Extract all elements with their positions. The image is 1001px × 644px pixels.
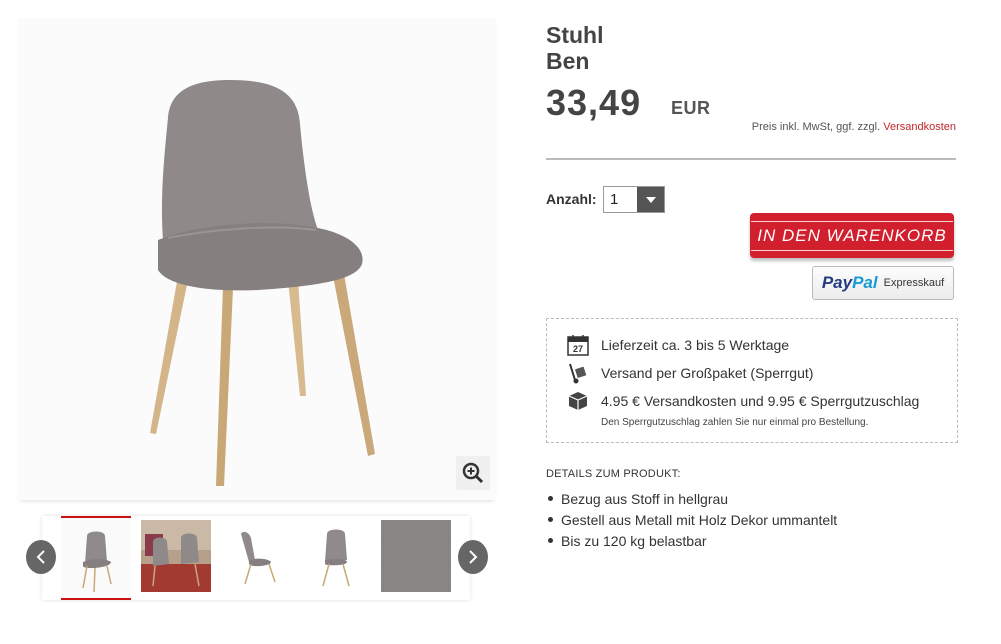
details-heading: DETAILS ZUM PRODUKT: bbox=[546, 468, 681, 480]
tax-note: Preis inkl. MwSt, ggf. zzgl. Versandkost… bbox=[752, 121, 956, 133]
shipping-method-row: Versand per Großpaket (Sperrgut) bbox=[567, 362, 813, 384]
add-to-cart-label: IN DEN WARENKORB bbox=[751, 220, 953, 251]
product-title-line2: Ben bbox=[546, 48, 590, 74]
quantity-value: 1 bbox=[610, 191, 619, 208]
price-currency: EUR bbox=[671, 98, 711, 118]
thumbnail-2[interactable] bbox=[141, 520, 211, 592]
paypal-logo-pay: Pay bbox=[821, 273, 853, 292]
quantity-label: Anzahl: bbox=[546, 191, 597, 207]
add-to-cart-button[interactable]: IN DEN WARENKORB bbox=[750, 213, 954, 258]
quantity-dropdown-toggle[interactable] bbox=[637, 187, 664, 212]
thumbnail-3[interactable] bbox=[221, 520, 291, 592]
divider bbox=[546, 158, 956, 160]
delivery-time-text: Lieferzeit ca. 3 bis 5 Werktage bbox=[601, 337, 790, 353]
thumbnail-4[interactable] bbox=[301, 520, 371, 592]
paypal-logo-pal: Pal bbox=[852, 273, 878, 292]
detail-item-text: Bezug aus Stoff in hellgrau bbox=[561, 490, 729, 507]
detail-item-text: Bis zu 120 kg belastbar bbox=[561, 532, 707, 549]
paypal-express-label: Expresskauf bbox=[883, 277, 945, 289]
shipping-note: Den Sperrgutzuschlag zahlen Sie nur einm… bbox=[601, 417, 869, 428]
shipping-costs-text: 4.95 € Versandkosten und 9.95 € Sperrgut… bbox=[601, 393, 920, 409]
bullet-icon bbox=[548, 517, 553, 522]
list-item: Bezug aus Stoff in hellgrau bbox=[548, 488, 837, 509]
chair-image bbox=[150, 80, 375, 486]
list-item: Bis zu 120 kg belastbar bbox=[548, 530, 837, 551]
thumbnail-next-button[interactable] bbox=[458, 540, 488, 574]
thumbnail-1[interactable] bbox=[61, 516, 131, 600]
shipping-method-text: Versand per Großpaket (Sperrgut) bbox=[601, 365, 814, 381]
chevron-left-icon bbox=[36, 550, 45, 564]
hand-truck-icon bbox=[569, 363, 587, 384]
main-product-image[interactable] bbox=[18, 18, 496, 500]
product-price: 33,49 bbox=[546, 82, 642, 123]
bullet-icon bbox=[548, 538, 553, 543]
calendar-icon: 27 bbox=[567, 335, 589, 356]
zoom-in-icon bbox=[462, 462, 484, 484]
chevron-down-icon bbox=[645, 196, 656, 203]
thumbnail-strip bbox=[42, 516, 470, 600]
calendar-icon-day: 27 bbox=[573, 344, 583, 354]
product-title: Stuhl Ben bbox=[546, 22, 604, 74]
thumbnail-prev-button[interactable] bbox=[26, 540, 56, 574]
zoom-button[interactable] bbox=[456, 456, 490, 490]
quantity-select[interactable]: 1 bbox=[603, 186, 665, 213]
details-list: Bezug aus Stoff in hellgrau Gestell aus … bbox=[548, 488, 837, 551]
detail-item-text: Gestell aus Metall mit Holz Dekor ummant… bbox=[561, 511, 838, 528]
shipping-costs-row: 4.95 € Versandkosten und 9.95 € Sperrgut… bbox=[567, 390, 919, 412]
chevron-right-icon bbox=[469, 550, 478, 564]
list-item: Gestell aus Metall mit Holz Dekor ummant… bbox=[548, 509, 837, 530]
package-icon bbox=[568, 392, 588, 410]
delivery-time-row: 27 Lieferzeit ca. 3 bis 5 Werktage bbox=[567, 334, 789, 356]
thumbnail-5[interactable] bbox=[381, 520, 451, 592]
paypal-express-button[interactable]: Pay Pal Expresskauf bbox=[812, 266, 954, 300]
tax-note-text: Preis inkl. MwSt, ggf. zzgl. bbox=[751, 121, 881, 133]
product-title-line1: Stuhl bbox=[546, 22, 604, 48]
shipping-costs-link[interactable]: Versandkosten bbox=[883, 121, 956, 133]
bullet-icon bbox=[548, 496, 553, 501]
shipping-info-box: 27 Lieferzeit ca. 3 bis 5 Werktage Versa… bbox=[546, 318, 958, 443]
